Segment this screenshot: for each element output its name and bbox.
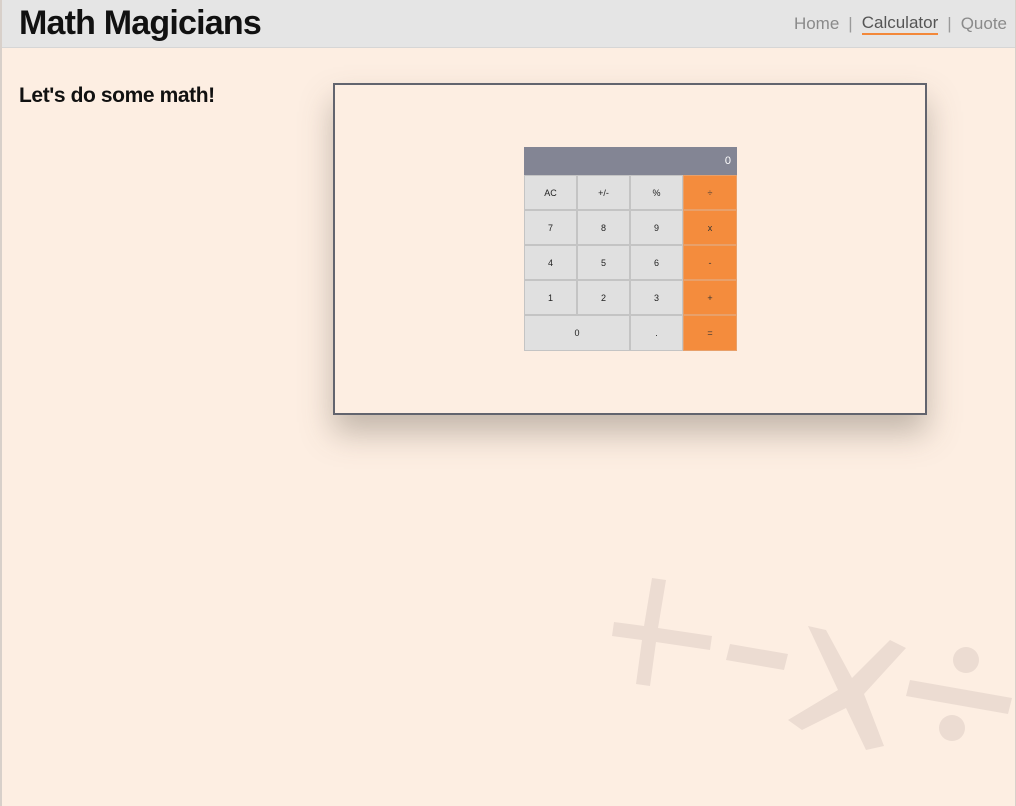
- nav-link-home[interactable]: Home: [794, 14, 839, 34]
- key-4[interactable]: 4: [524, 245, 577, 280]
- key-multiply[interactable]: x: [683, 210, 737, 245]
- key-percent[interactable]: %: [630, 175, 683, 210]
- key-9[interactable]: 9: [630, 210, 683, 245]
- math-symbols-watermark-icon: [612, 578, 1012, 750]
- nav-link-calculator[interactable]: Calculator: [861, 13, 939, 35]
- nav-link-quote[interactable]: Quote: [961, 14, 1007, 34]
- calculator-card: 0 AC +/- % ÷ 7 8 9 x 4 5 6 - 1 2 3 + 0 .…: [333, 83, 927, 415]
- key-equals[interactable]: =: [683, 315, 737, 351]
- key-0[interactable]: 0: [524, 315, 630, 351]
- page-heading: Let's do some math!: [19, 84, 215, 107]
- key-8[interactable]: 8: [577, 210, 630, 245]
- main-nav: Home | Calculator | Quote: [794, 13, 1007, 35]
- calculator-display: 0: [524, 147, 737, 175]
- top-navbar: Math Magicians Home | Calculator | Quote: [2, 0, 1015, 48]
- key-6[interactable]: 6: [630, 245, 683, 280]
- key-7[interactable]: 7: [524, 210, 577, 245]
- key-3[interactable]: 3: [630, 280, 683, 315]
- key-5[interactable]: 5: [577, 245, 630, 280]
- key-divide[interactable]: ÷: [683, 175, 737, 210]
- key-1[interactable]: 1: [524, 280, 577, 315]
- key-2[interactable]: 2: [577, 280, 630, 315]
- calculator: 0 AC +/- % ÷ 7 8 9 x 4 5 6 - 1 2 3 + 0 .…: [524, 147, 737, 352]
- nav-separator: |: [848, 13, 853, 33]
- brand-title: Math Magicians: [19, 4, 262, 42]
- key-subtract[interactable]: -: [683, 245, 737, 280]
- page: Math Magicians Home | Calculator | Quote…: [0, 0, 1016, 806]
- key-decimal[interactable]: .: [630, 315, 683, 351]
- nav-separator: |: [947, 13, 952, 33]
- key-plus-minus[interactable]: +/-: [577, 175, 630, 210]
- key-ac[interactable]: AC: [524, 175, 577, 210]
- key-add[interactable]: +: [683, 280, 737, 315]
